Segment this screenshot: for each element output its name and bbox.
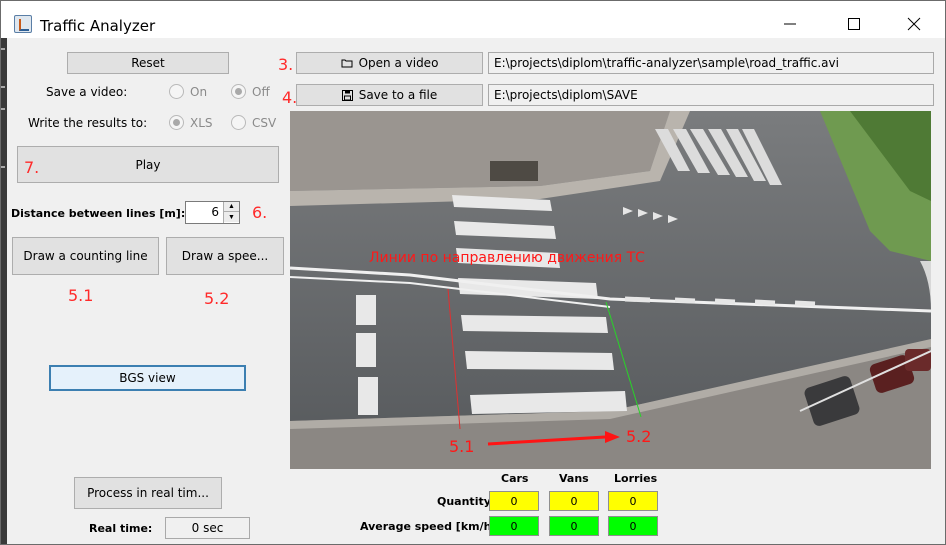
app-window: Traffic Analyzer Reset Save a video: On … xyxy=(0,0,946,545)
annotation-6: 6. xyxy=(252,203,268,222)
video-caption: Линии по направлению движения ТС xyxy=(369,250,645,266)
video-path-field[interactable]: E:\projects\diplom\traffic-analyzer\samp… xyxy=(488,52,934,74)
write-csv-radio[interactable]: CSV xyxy=(231,115,276,130)
save-to-file-label: Save to a file xyxy=(358,88,438,102)
process-real-time-button[interactable]: Process in real tim... xyxy=(74,477,222,509)
save-video-off-radio[interactable]: Off xyxy=(231,84,270,99)
annotation-7: 7. xyxy=(24,158,40,177)
minimize-button[interactable] xyxy=(767,9,813,39)
spinner-up-icon[interactable]: ▲ xyxy=(224,202,239,212)
speed-cars-cell: 0 xyxy=(489,516,539,536)
radio-circle-checked xyxy=(169,115,184,130)
distance-spinner[interactable]: 6 ▲ ▼ xyxy=(185,201,240,224)
maximize-icon xyxy=(848,18,860,30)
folder-icon xyxy=(341,59,353,68)
open-video-button[interactable]: Open a video xyxy=(296,52,483,74)
reset-button[interactable]: Reset xyxy=(67,52,229,74)
quantity-lorries-cell: 0 xyxy=(608,491,658,511)
spinner-buttons: ▲ ▼ xyxy=(223,202,239,223)
video-label-5-1: 5.1 xyxy=(449,437,475,456)
write-xls-radio[interactable]: XLS xyxy=(169,115,213,130)
road-scene-image xyxy=(290,111,931,469)
video-label-5-2: 5.2 xyxy=(626,427,652,446)
title-bar: Traffic Analyzer xyxy=(1,1,945,38)
annotation-5-1: 5.1 xyxy=(68,286,94,305)
video-frame[interactable]: Линии по направлению движения ТС 5.1 5.2 xyxy=(290,111,931,469)
save-video-on-radio[interactable]: On xyxy=(169,84,207,99)
open-video-label: Open a video xyxy=(358,56,439,70)
save-path-field[interactable]: E:\projects\diplom\SAVE xyxy=(488,84,934,106)
save-to-file-button[interactable]: Save to a file xyxy=(296,84,483,106)
annotation-3: 3. xyxy=(278,55,294,74)
column-header-vans: Vans xyxy=(559,472,589,485)
quantity-vans-cell: 0 xyxy=(549,491,599,511)
left-edge-strip xyxy=(1,38,7,544)
radio-label: CSV xyxy=(252,115,277,130)
play-button[interactable]: Play xyxy=(17,146,279,183)
close-button[interactable] xyxy=(891,9,937,39)
realtime-label: Real time: xyxy=(89,522,153,535)
radio-circle xyxy=(231,115,246,130)
window-title: Traffic Analyzer xyxy=(40,17,156,35)
annotation-4: 4. xyxy=(282,88,298,107)
draw-speed-line-button[interactable]: Draw a spee... xyxy=(166,237,284,275)
close-icon xyxy=(907,17,921,31)
column-header-cars: Cars xyxy=(501,472,529,485)
column-header-lorries: Lorries xyxy=(614,472,658,485)
speed-lorries-cell: 0 xyxy=(608,516,658,536)
average-speed-label: Average speed [km/h] xyxy=(360,520,497,533)
radio-label: XLS xyxy=(190,115,213,130)
distance-label: Distance between lines [m]: xyxy=(11,207,186,220)
radio-label: Off xyxy=(252,84,270,99)
spinner-down-icon[interactable]: ▼ xyxy=(224,212,239,222)
realtime-value-field: 0 sec xyxy=(165,517,250,539)
radio-label: On xyxy=(190,84,208,99)
write-results-label: Write the results to: xyxy=(28,116,148,130)
speed-vans-cell: 0 xyxy=(549,516,599,536)
annotation-5-2: 5.2 xyxy=(204,289,230,308)
save-video-label: Save a video: xyxy=(46,85,128,99)
quantity-label: Quantity xyxy=(437,495,491,508)
radio-circle xyxy=(169,84,184,99)
draw-counting-line-button[interactable]: Draw a counting line xyxy=(12,237,159,275)
bgs-view-button[interactable]: BGS view xyxy=(49,365,246,391)
quantity-cars-cell: 0 xyxy=(489,491,539,511)
maximize-button[interactable] xyxy=(831,9,877,39)
distance-value: 6 xyxy=(211,205,219,219)
minimize-icon xyxy=(784,23,796,25)
floppy-disk-icon xyxy=(341,89,353,101)
radio-circle-checked xyxy=(231,84,246,99)
java-app-icon xyxy=(14,15,32,33)
